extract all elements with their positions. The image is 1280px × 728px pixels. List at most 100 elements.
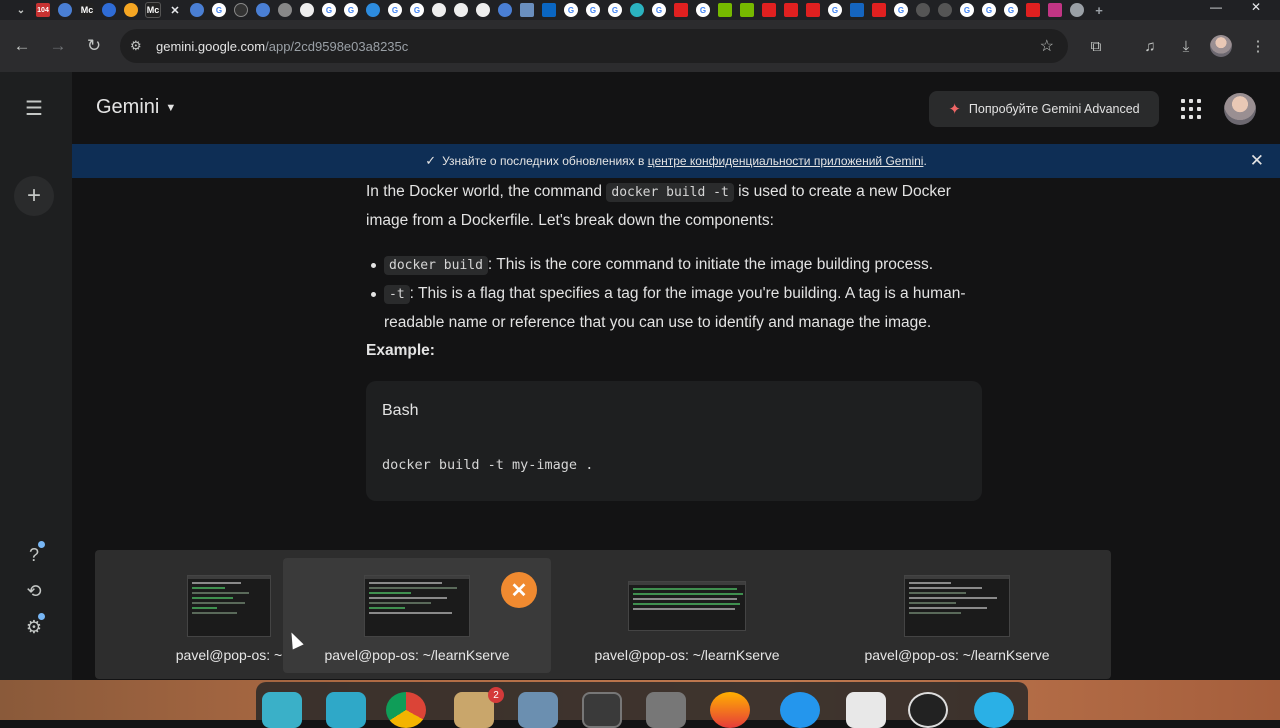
- tab-gemini-icon[interactable]: [58, 3, 72, 17]
- tab-google-icon[interactable]: G: [322, 3, 336, 17]
- tab-github-icon[interactable]: [300, 3, 314, 17]
- tab-104-icon[interactable]: 104: [36, 3, 50, 17]
- tab-favicon-icon[interactable]: [190, 3, 204, 17]
- tab-favicon-icon[interactable]: [520, 3, 534, 17]
- tab-favicon-icon[interactable]: [916, 3, 930, 17]
- tab-youtube-icon[interactable]: [872, 3, 886, 17]
- tab-favicon-icon[interactable]: [366, 3, 380, 17]
- tab-instagram-icon[interactable]: [1048, 3, 1062, 17]
- profile-avatar-icon[interactable]: [1210, 35, 1232, 57]
- dock-chrome-icon[interactable]: [386, 692, 426, 728]
- tab-medium-active-icon[interactable]: Mc: [145, 2, 161, 18]
- tab-favicon-icon[interactable]: [498, 3, 512, 17]
- tab-chrome-icon[interactable]: [1070, 3, 1084, 17]
- tab-close-icon[interactable]: ✕: [168, 3, 182, 17]
- window-switcher: pavel@pop-os: ~ pavel@pop-os: ~/learnKse…: [95, 550, 1111, 679]
- url-path: /app/2cd9598e03a8235c: [265, 38, 409, 54]
- settings-gear-icon[interactable]: ⚙: [18, 611, 50, 643]
- tab-google-icon[interactable]: G: [564, 3, 578, 17]
- forward-icon[interactable]: →: [46, 34, 70, 58]
- tab-youtube-icon[interactable]: [784, 3, 798, 17]
- switcher-window-3[interactable]: pavel@pop-os: ~/learnKserve: [553, 558, 821, 673]
- dock-terminal-icon[interactable]: [582, 692, 622, 728]
- tab-google-icon[interactable]: G: [388, 3, 402, 17]
- account-avatar[interactable]: [1224, 93, 1256, 125]
- advanced-button-label: Попробуйте Gemini Advanced: [968, 102, 1140, 116]
- tab-favicon-icon[interactable]: [278, 3, 292, 17]
- privacy-update-banner: ✓ Узнайте о последних обновлениях в цент…: [72, 144, 1280, 178]
- tab-youtube-icon[interactable]: [674, 3, 688, 17]
- menu-icon[interactable]: ☰: [18, 92, 50, 124]
- tab-nvidia-icon[interactable]: [718, 3, 732, 17]
- tab-youtube-icon[interactable]: [1026, 3, 1040, 17]
- tab-blank-icon[interactable]: [102, 3, 116, 17]
- tab-google-icon[interactable]: G: [828, 3, 842, 17]
- minimize-icon[interactable]: —: [1196, 0, 1236, 14]
- tab-google-icon[interactable]: G: [960, 3, 974, 17]
- tab-google-icon[interactable]: G: [1004, 3, 1018, 17]
- list-item-text: : This is the core command to initiate t…: [487, 256, 934, 273]
- dock-workspaces-icon[interactable]: [262, 692, 302, 728]
- tab-google-icon[interactable]: G: [652, 3, 666, 17]
- tab-google-icon[interactable]: G: [608, 3, 622, 17]
- bookmark-star-icon[interactable]: ☆: [1040, 36, 1054, 56]
- try-gemini-advanced-button[interactable]: ✦ Попробуйте Gemini Advanced: [929, 91, 1159, 127]
- site-settings-icon[interactable]: ⚙: [130, 38, 148, 54]
- tab-search-chevron-icon[interactable]: ⌄: [14, 3, 28, 17]
- dock-text-editor-icon[interactable]: [846, 692, 886, 728]
- tab-google-icon[interactable]: G: [410, 3, 424, 17]
- help-icon[interactable]: ?: [18, 539, 50, 571]
- url-text[interactable]: gemini.google.com/app/2cd9598e03a8235c: [156, 39, 408, 54]
- dock-settings-icon[interactable]: [646, 692, 686, 728]
- tab-favicon-icon[interactable]: [630, 3, 644, 17]
- tab-github-icon[interactable]: [432, 3, 446, 17]
- code-block: Bash docker build -t my-image .: [366, 381, 982, 501]
- media-controls-icon[interactable]: ♫: [1138, 34, 1162, 58]
- close-window-button[interactable]: ✕: [501, 572, 537, 608]
- tab-nvidia-icon[interactable]: [740, 3, 754, 17]
- tab-youtube-icon[interactable]: [762, 3, 776, 17]
- tab-google-icon[interactable]: G: [212, 3, 226, 17]
- tab-medium-icon[interactable]: Mc: [80, 3, 94, 17]
- gemini-model-selector[interactable]: Gemini ▼: [96, 96, 176, 119]
- window-close-icon[interactable]: ✕: [1236, 0, 1276, 14]
- reload-icon[interactable]: ↻: [82, 34, 106, 58]
- tab-kubeflow-icon[interactable]: [850, 3, 864, 17]
- banner-text-after: .: [923, 154, 927, 168]
- dock-obs-icon[interactable]: [908, 692, 948, 728]
- downloads-icon[interactable]: ⤓: [1174, 34, 1198, 58]
- tab-google-icon[interactable]: G: [344, 3, 358, 17]
- code-language-label: Bash: [382, 402, 419, 419]
- tab-favicon-icon[interactable]: [256, 3, 270, 17]
- tab-google-icon[interactable]: G: [982, 3, 996, 17]
- tab-huggingface-icon[interactable]: [124, 3, 138, 17]
- banner-close-icon[interactable]: ✕: [1250, 151, 1264, 171]
- new-tab-icon[interactable]: +: [1092, 3, 1106, 18]
- extensions-icon[interactable]: ⧉: [1084, 34, 1108, 58]
- google-apps-icon[interactable]: [1180, 98, 1202, 120]
- tab-favicon-icon[interactable]: [234, 3, 248, 17]
- window-thumbnail: [187, 575, 271, 637]
- inline-code: -t: [384, 285, 410, 304]
- dock-files-icon[interactable]: [518, 692, 558, 728]
- tab-github-icon[interactable]: [476, 3, 490, 17]
- dock-docker-icon[interactable]: [780, 692, 820, 728]
- browser-menu-icon[interactable]: ⋮: [1246, 34, 1270, 58]
- tab-linkedin-icon[interactable]: [542, 3, 556, 17]
- back-icon[interactable]: ←: [10, 34, 34, 58]
- activity-history-icon[interactable]: ⟲: [18, 575, 50, 607]
- switcher-window-4[interactable]: pavel@pop-os: ~/learnKserve: [823, 558, 1091, 673]
- tab-google-icon[interactable]: G: [696, 3, 710, 17]
- code-text[interactable]: docker build -t my-image .: [382, 451, 593, 479]
- dock-app-grid-icon[interactable]: [326, 692, 366, 728]
- privacy-hub-link[interactable]: центре конфиденциальности приложений Gem…: [648, 154, 924, 168]
- tab-github-icon[interactable]: [454, 3, 468, 17]
- tab-google-icon[interactable]: G: [894, 3, 908, 17]
- new-chat-icon[interactable]: +: [14, 176, 54, 216]
- address-bar[interactable]: ⚙ gemini.google.com/app/2cd9598e03a8235c…: [120, 29, 1068, 63]
- dock-app-icon[interactable]: [974, 692, 1014, 728]
- tab-youtube-icon[interactable]: [806, 3, 820, 17]
- dock-firefox-icon[interactable]: [710, 692, 750, 728]
- tab-favicon-icon[interactable]: [938, 3, 952, 17]
- tab-google-icon[interactable]: G: [586, 3, 600, 17]
